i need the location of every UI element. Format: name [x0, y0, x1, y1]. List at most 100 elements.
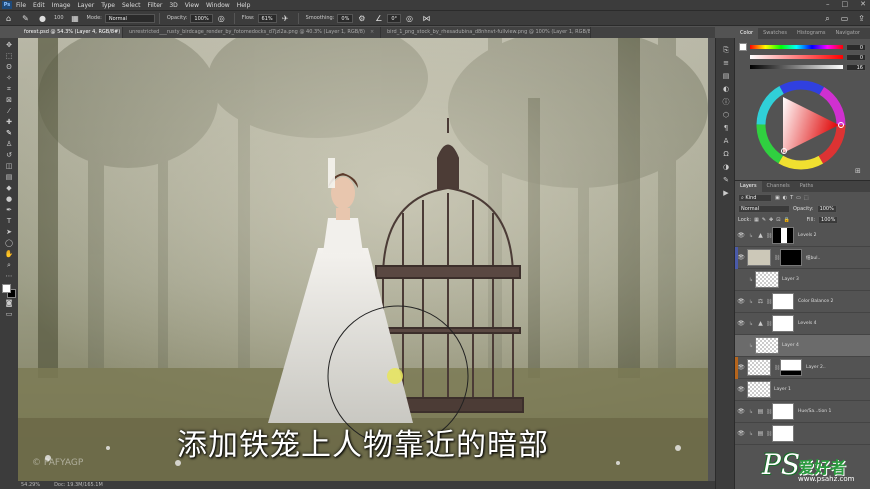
stamp-tool-icon[interactable]: ♙ — [2, 139, 16, 150]
filter-pixel-icon[interactable]: ▣ — [775, 195, 780, 201]
frame-tool-icon[interactable]: ⊠ — [2, 95, 16, 106]
visibility-eye-icon[interactable]: 👁 — [735, 298, 747, 305]
close-button[interactable]: ✕ — [860, 0, 866, 8]
screen-mode-icon[interactable]: ▭ — [2, 309, 16, 320]
angle-input[interactable]: 0° — [387, 13, 402, 23]
more-tools-icon[interactable]: ⋯ — [2, 271, 16, 282]
menu-edit[interactable]: Edit — [33, 2, 45, 9]
workspace-icon[interactable]: ▭ — [840, 14, 849, 23]
layer-mask-thumb[interactable] — [772, 315, 794, 332]
libraries-icon[interactable]: ▤ — [716, 70, 736, 83]
character-icon[interactable]: A — [716, 135, 736, 148]
properties-icon[interactable]: ≡ — [716, 57, 736, 70]
visibility-eye-icon[interactable]: 👁 — [735, 408, 747, 415]
info-icon[interactable]: ⓘ — [716, 96, 736, 109]
brightness-value[interactable]: 16 — [846, 63, 866, 71]
smoothing-input[interactable]: 0% — [337, 13, 354, 23]
home-icon[interactable]: ⌂ — [4, 14, 13, 23]
color-wheel[interactable]: ⊞ — [735, 75, 870, 183]
minimize-button[interactable]: – — [826, 0, 830, 8]
styles-icon[interactable]: ◑ — [716, 161, 736, 174]
tab-forest[interactable]: forest.psd @ 54.3% (Layer 4, RGB/8#) *× — [18, 27, 123, 38]
healing-tool-icon[interactable]: ✚ — [2, 117, 16, 128]
saturation-slider[interactable] — [750, 55, 843, 59]
filter-adjust-icon[interactable]: ◐ — [783, 195, 787, 201]
tab-navigator[interactable]: Navigator — [831, 28, 865, 39]
brush-tool-icon[interactable]: ✎ — [2, 128, 16, 139]
paragraph-icon[interactable]: ¶ — [716, 122, 736, 135]
blend-mode-select[interactable]: Normal — [738, 204, 790, 213]
filter-smart-icon[interactable]: ⬚ — [804, 195, 809, 201]
crop-tool-icon[interactable]: ⌗ — [2, 84, 16, 95]
layer-row[interactable]: 👁 Layer 1 — [735, 379, 870, 401]
layer-thumb[interactable] — [755, 271, 779, 288]
history-icon[interactable]: ⎘ — [716, 44, 736, 57]
layer-row-selected[interactable]: ↳ Layer 4 — [735, 335, 870, 357]
layer-mask-thumb[interactable] — [772, 293, 794, 310]
tab-color[interactable]: Color — [735, 28, 759, 39]
smoothing-settings-icon[interactable]: ⚙ — [357, 14, 366, 23]
path-select-icon[interactable]: ➤ — [2, 227, 16, 238]
airbrush-icon[interactable]: ✈ — [281, 14, 290, 23]
glyphs-icon[interactable]: Ω — [716, 148, 736, 161]
lasso-tool-icon[interactable]: ʘ — [2, 62, 16, 73]
layer-mask-thumb[interactable] — [780, 359, 802, 376]
brushes-icon[interactable]: ✎ — [716, 174, 736, 187]
quick-mask-icon[interactable]: ◙ — [2, 298, 16, 309]
tab-layers[interactable]: Layers — [735, 181, 762, 192]
visibility-eye-icon[interactable]: 👁 — [735, 386, 747, 393]
menu-file[interactable]: File — [16, 2, 26, 9]
layer-row[interactable]: 👁 ⛓ 纽bul.. — [735, 247, 870, 269]
move-tool-icon[interactable]: ✥ — [2, 40, 16, 51]
adjustments-icon[interactable]: ◐ — [716, 83, 736, 96]
layer-opacity-input[interactable]: 100% — [816, 204, 837, 213]
maximize-button[interactable]: □ — [842, 0, 849, 8]
foreground-color[interactable] — [2, 284, 11, 293]
actions-icon[interactable]: ▶ — [716, 187, 736, 200]
layer-row[interactable]: 👁 ↳ ▤ ⛓ Hue/Sa...tion 1 — [735, 401, 870, 423]
menu-3d[interactable]: 3D — [169, 2, 177, 9]
layer-row[interactable]: 👁 ⛓ Layer 2.. — [735, 357, 870, 379]
menu-window[interactable]: Window — [206, 2, 230, 9]
brush-size[interactable]: 100 — [54, 15, 64, 21]
layer-row[interactable]: 👁 ↳ ▲ ⛓ Levels 2 — [735, 225, 870, 247]
quick-select-tool-icon[interactable]: ✧ — [2, 73, 16, 84]
layer-mask-thumb[interactable] — [772, 425, 794, 442]
zoom-tool-icon[interactable]: ⌕ — [2, 260, 16, 271]
menu-type[interactable]: Type — [101, 2, 115, 9]
pressure-opacity-icon[interactable]: ◎ — [217, 14, 226, 23]
filter-kind-select[interactable]: ⌕ Kind — [738, 193, 772, 202]
brightness-slider[interactable] — [750, 65, 843, 69]
layer-thumb[interactable] — [747, 381, 771, 398]
menu-help[interactable]: Help — [237, 2, 251, 9]
lock-paint-icon[interactable]: ✎ — [762, 217, 766, 223]
blur-tool-icon[interactable]: ◆ — [2, 183, 16, 194]
share-icon[interactable]: ⇪ — [857, 14, 866, 23]
color-swatches[interactable] — [2, 284, 16, 298]
mode-select[interactable]: Normal — [104, 13, 155, 23]
lock-all-icon[interactable]: 🔒 — [783, 217, 789, 223]
layer-mask-thumb[interactable] — [772, 227, 794, 244]
type-tool-icon[interactable]: T — [2, 216, 16, 227]
layer-thumb[interactable] — [755, 337, 779, 354]
layer-row[interactable]: ↳ Layer 3 — [735, 269, 870, 291]
pen-tool-icon[interactable]: ✒ — [2, 205, 16, 216]
layer-row[interactable]: 👁 ↳ ⚖ ⛓ Color Balance 2 — [735, 291, 870, 313]
eyedropper-tool-icon[interactable]: ⁄ — [2, 106, 16, 117]
tab-paths[interactable]: Paths — [795, 181, 819, 192]
tab-birdcage[interactable]: unrestricted___rusty_birdcage_render_by_… — [123, 27, 381, 38]
close-icon[interactable]: × — [370, 27, 374, 38]
angle-icon[interactable]: ∠ — [374, 14, 383, 23]
menu-filter[interactable]: Filter — [148, 2, 163, 9]
fg-color-chip[interactable] — [739, 43, 747, 51]
search-icon[interactable]: ⌕ — [823, 14, 832, 23]
tab-bird[interactable]: bird_1_png_stock_by_rhesadubina_d8nhnvt-… — [381, 27, 591, 38]
lock-pixels-icon[interactable]: ▦ — [754, 217, 759, 223]
history-brush-icon[interactable]: ↺ — [2, 150, 16, 161]
document-canvas[interactable]: 添加铁笼上人物靠近的暗部 © PAFYAGP — [18, 38, 708, 481]
visibility-eye-icon[interactable]: 👁 — [735, 320, 747, 327]
lock-move-icon[interactable]: ✥ — [769, 217, 773, 223]
flow-input[interactable]: 61% — [257, 13, 277, 23]
filter-shape-icon[interactable]: ▭ — [796, 195, 801, 201]
filter-type-icon[interactable]: T — [790, 195, 793, 201]
